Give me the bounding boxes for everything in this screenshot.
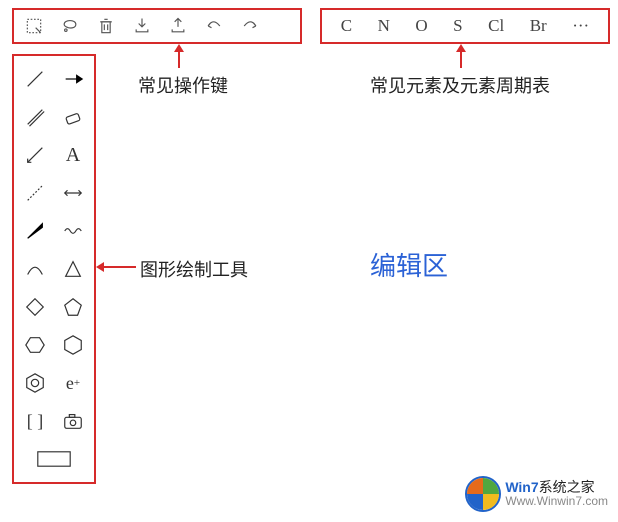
- tool-arc[interactable]: [18, 254, 52, 284]
- tool-line-arrow-both[interactable]: [56, 178, 90, 208]
- arrow-head-icon: [96, 262, 104, 272]
- import-icon[interactable]: [130, 14, 154, 38]
- tool-line-dashed[interactable]: [18, 178, 52, 208]
- element-n[interactable]: N: [374, 16, 394, 36]
- tool-line-solid[interactable]: [18, 64, 52, 94]
- camera-icon[interactable]: [56, 406, 90, 436]
- arrow-head-icon: [456, 44, 466, 52]
- arrow-head-icon: [174, 44, 184, 52]
- element-c[interactable]: C: [337, 16, 356, 36]
- tool-arrow-solid[interactable]: [56, 64, 90, 94]
- tool-line-double[interactable]: [18, 102, 52, 132]
- export-icon[interactable]: [166, 14, 190, 38]
- annotation-top-toolbar: 常见操作键: [138, 72, 228, 98]
- text-tool[interactable]: A: [56, 140, 90, 170]
- tool-hexagon-alt[interactable]: [56, 330, 90, 360]
- element-cl[interactable]: Cl: [484, 16, 508, 36]
- annotation-elements: 常见元素及元素周期表: [370, 72, 550, 98]
- element-s[interactable]: S: [449, 16, 466, 36]
- element-panel: C N O S Cl Br ···: [320, 8, 610, 44]
- side-toolbar: A e+ [ ]: [12, 54, 96, 484]
- tool-diamond[interactable]: [18, 292, 52, 322]
- tool-rectangle[interactable]: [18, 444, 90, 474]
- tool-pentagon[interactable]: [56, 292, 90, 322]
- element-o[interactable]: O: [411, 16, 431, 36]
- editor-area-label: 编辑区: [370, 246, 448, 283]
- redo-icon[interactable]: [238, 14, 262, 38]
- element-br[interactable]: Br: [526, 16, 551, 36]
- tool-wedge[interactable]: [18, 216, 52, 246]
- trash-icon[interactable]: [94, 14, 118, 38]
- element-more[interactable]: ···: [568, 16, 593, 36]
- marquee-tool[interactable]: [22, 14, 46, 38]
- undo-icon[interactable]: [202, 14, 226, 38]
- watermark-url: Www.Winwin7.com: [505, 495, 608, 508]
- tool-hexagon[interactable]: [18, 330, 52, 360]
- watermark: Win7系统之家 Www.Winwin7.com: [465, 476, 608, 512]
- top-toolbar: [12, 8, 302, 44]
- tool-line-slashes[interactable]: [18, 140, 52, 170]
- watermark-title: Win7系统之家: [505, 480, 608, 495]
- watermark-logo-icon: [465, 476, 501, 512]
- tool-brackets[interactable]: [ ]: [18, 406, 52, 436]
- tool-benzene[interactable]: [18, 368, 52, 398]
- eraser-icon[interactable]: [56, 102, 90, 132]
- annotation-sidetools: 图形绘制工具: [140, 256, 248, 282]
- tool-triangle[interactable]: [56, 254, 90, 284]
- tool-wavy[interactable]: [56, 216, 90, 246]
- tool-eplus[interactable]: e+: [56, 368, 90, 398]
- lasso-tool[interactable]: [58, 14, 82, 38]
